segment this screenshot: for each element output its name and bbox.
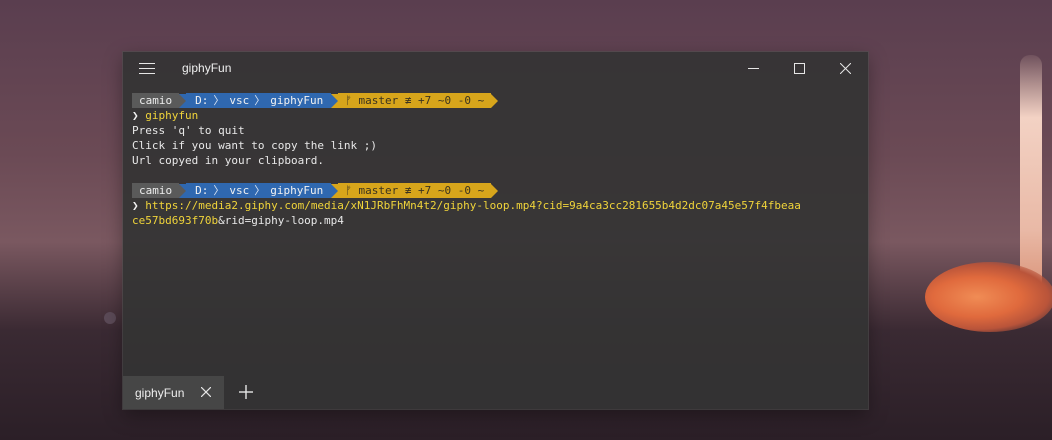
prompt-user-segment: camio	[132, 183, 180, 198]
chevron-right-icon: 〉	[254, 184, 266, 197]
close-icon	[839, 63, 851, 74]
prompt-line: camio D: 〉 vsc 〉 giphyFun ᚠ master ≢ +7 …	[132, 183, 862, 198]
chevron-right-icon: 〉	[213, 184, 225, 197]
explosion-cloud	[925, 262, 1052, 332]
prompt-git-segment: ᚠ master ≢ +7 ~0 -0 ~	[338, 183, 492, 198]
command-text: giphyfun	[145, 109, 199, 122]
tab-label: giphyFun	[135, 386, 185, 400]
minimize-button[interactable]	[730, 52, 776, 85]
path-part: giphyFun	[270, 94, 324, 107]
prompt-chevron-icon: ❯	[132, 109, 139, 122]
output-line: Press 'q' to quit	[132, 124, 245, 137]
prompt-git-segment: ᚠ master ≢ +7 ~0 -0 ~	[338, 93, 492, 108]
maximize-icon	[793, 63, 805, 74]
command-line: ❯ giphyfun	[132, 108, 862, 123]
segment-arrow	[331, 93, 339, 108]
segment-arrow	[491, 183, 499, 198]
url-line: ce57bd693f70b&rid=giphy-loop.mp4	[132, 213, 862, 228]
maximize-button[interactable]	[776, 52, 822, 85]
tab-bar: giphyFun	[123, 376, 868, 409]
segment-arrow	[179, 183, 187, 198]
terminal-window: giphyFun camio D: 〉 vsc 〉 giphyFun ᚠ mas…	[123, 52, 868, 409]
url-line: ❯ https://media2.giphy.com/media/xN1JRbF…	[132, 198, 862, 213]
plus-icon[interactable]	[239, 385, 253, 399]
segment-arrow	[179, 93, 187, 108]
prompt-path-segment: D: 〉 vsc 〉 giphyFun	[186, 93, 332, 108]
url-link[interactable]: https://media2.giphy.com/media/xN1JRbFhM…	[145, 199, 801, 212]
url-query-tail[interactable]: &rid=giphy-loop.mp4	[218, 214, 344, 227]
path-part: vsc	[229, 184, 250, 197]
segment-arrow	[491, 93, 499, 108]
close-icon[interactable]	[201, 387, 211, 397]
path-part: vsc	[229, 94, 250, 107]
output-line: Url copyed in your clipboard.	[132, 154, 325, 167]
segment-arrow	[331, 183, 339, 198]
path-part: D:	[195, 184, 209, 197]
terminal-output[interactable]: camio D: 〉 vsc 〉 giphyFun ᚠ master ≢ +7 …	[132, 93, 862, 228]
url-link-continued[interactable]: ce57bd693f70b	[132, 214, 218, 227]
output-line: Click if you want to copy the link ;)	[132, 139, 378, 152]
chevron-right-icon: 〉	[254, 94, 266, 107]
title-bar: giphyFun	[123, 52, 868, 85]
prompt-line: camio D: 〉 vsc 〉 giphyFun ᚠ master ≢ +7 …	[132, 93, 862, 108]
chevron-right-icon: 〉	[213, 94, 225, 107]
tab-giphyfun[interactable]: giphyFun	[123, 376, 224, 409]
prompt-path-segment: D: 〉 vsc 〉 giphyFun	[186, 183, 332, 198]
minimize-icon	[747, 68, 759, 69]
prompt-user-segment: camio	[132, 93, 180, 108]
window-title: giphyFun	[182, 61, 232, 75]
wallpaper-figure	[104, 312, 116, 324]
path-part: giphyFun	[270, 184, 324, 197]
close-button[interactable]	[822, 52, 868, 85]
path-part: D:	[195, 94, 209, 107]
prompt-chevron-icon: ❯	[132, 199, 139, 212]
hamburger-icon[interactable]	[139, 63, 155, 74]
